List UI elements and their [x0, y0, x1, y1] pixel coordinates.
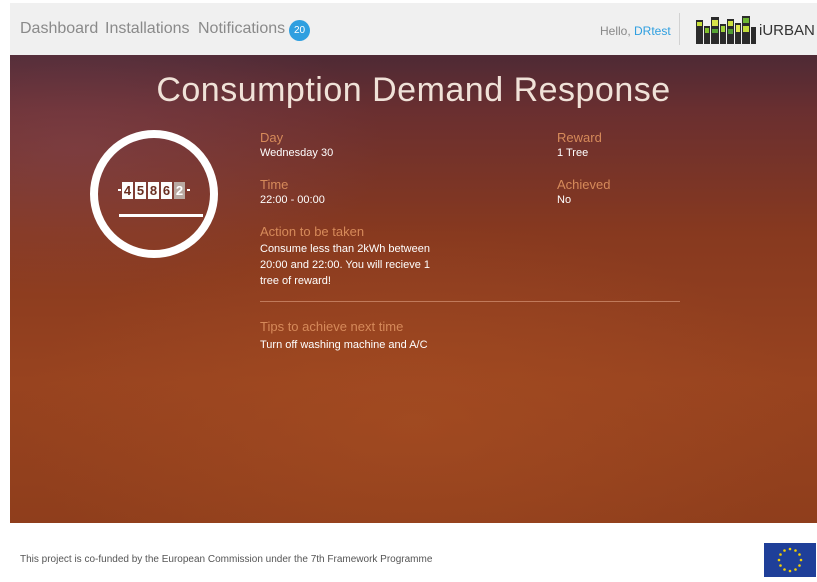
- page-title: Consumption Demand Response: [156, 71, 671, 109]
- meter-digits: 4 5 8 6 2: [118, 180, 191, 200]
- meter-underline: [119, 214, 203, 217]
- action-value: Consume less than 2kWh between 20:00 and…: [260, 243, 431, 287]
- iurban-logo[interactable]: iURBAN: [696, 14, 817, 44]
- section-divider: [260, 301, 680, 302]
- meter-digit: 2: [174, 181, 185, 199]
- day-value: Wednesday 30: [260, 147, 334, 159]
- brand-name: iURBAN: [759, 22, 815, 39]
- time-label: Time: [260, 177, 289, 192]
- meter-digit: 5: [135, 181, 146, 199]
- tips-value: Turn off washing machine and A/C: [260, 339, 428, 351]
- tips-label: Tips to achieve next time: [260, 319, 404, 334]
- footer-funding-text: This project is co-funded by the Europea…: [20, 554, 433, 565]
- day-label: Day: [260, 130, 284, 145]
- reward-label: Reward: [557, 130, 602, 145]
- eu-flag-icon: [764, 543, 816, 577]
- nav-installations-link[interactable]: Installations: [105, 20, 190, 38]
- nav-divider: [679, 13, 680, 45]
- meter-digit: 4: [122, 181, 133, 199]
- username-link[interactable]: DRtest: [634, 24, 671, 38]
- meter-digit: 8: [148, 181, 159, 199]
- time-value: 22:00 - 00:00: [260, 194, 325, 206]
- achieved-value: No: [557, 194, 572, 206]
- achieved-label: Achieved: [557, 177, 611, 192]
- nav-notifications-link[interactable]: Notifications: [198, 20, 285, 38]
- city-skyline-icon: [696, 16, 756, 44]
- user-greeting: Hello, DRtest: [600, 24, 671, 38]
- reward-value: 1 Tree: [557, 147, 589, 159]
- greeting-text: Hello,: [600, 24, 635, 38]
- eu-stars-icon: [777, 547, 803, 573]
- demand-response-panel: Consumption Demand Response 4 5 8 6 2 Da…: [10, 55, 817, 523]
- energy-meter-icon: 4 5 8 6 2: [90, 130, 218, 258]
- top-navbar: Dashboard Installations Notifications 20…: [10, 3, 817, 55]
- action-label: Action to be taken: [260, 224, 365, 239]
- nav-dashboard-link[interactable]: Dashboard: [20, 20, 98, 38]
- notifications-count-badge[interactable]: 20: [289, 20, 310, 41]
- meter-digit: 6: [161, 181, 172, 199]
